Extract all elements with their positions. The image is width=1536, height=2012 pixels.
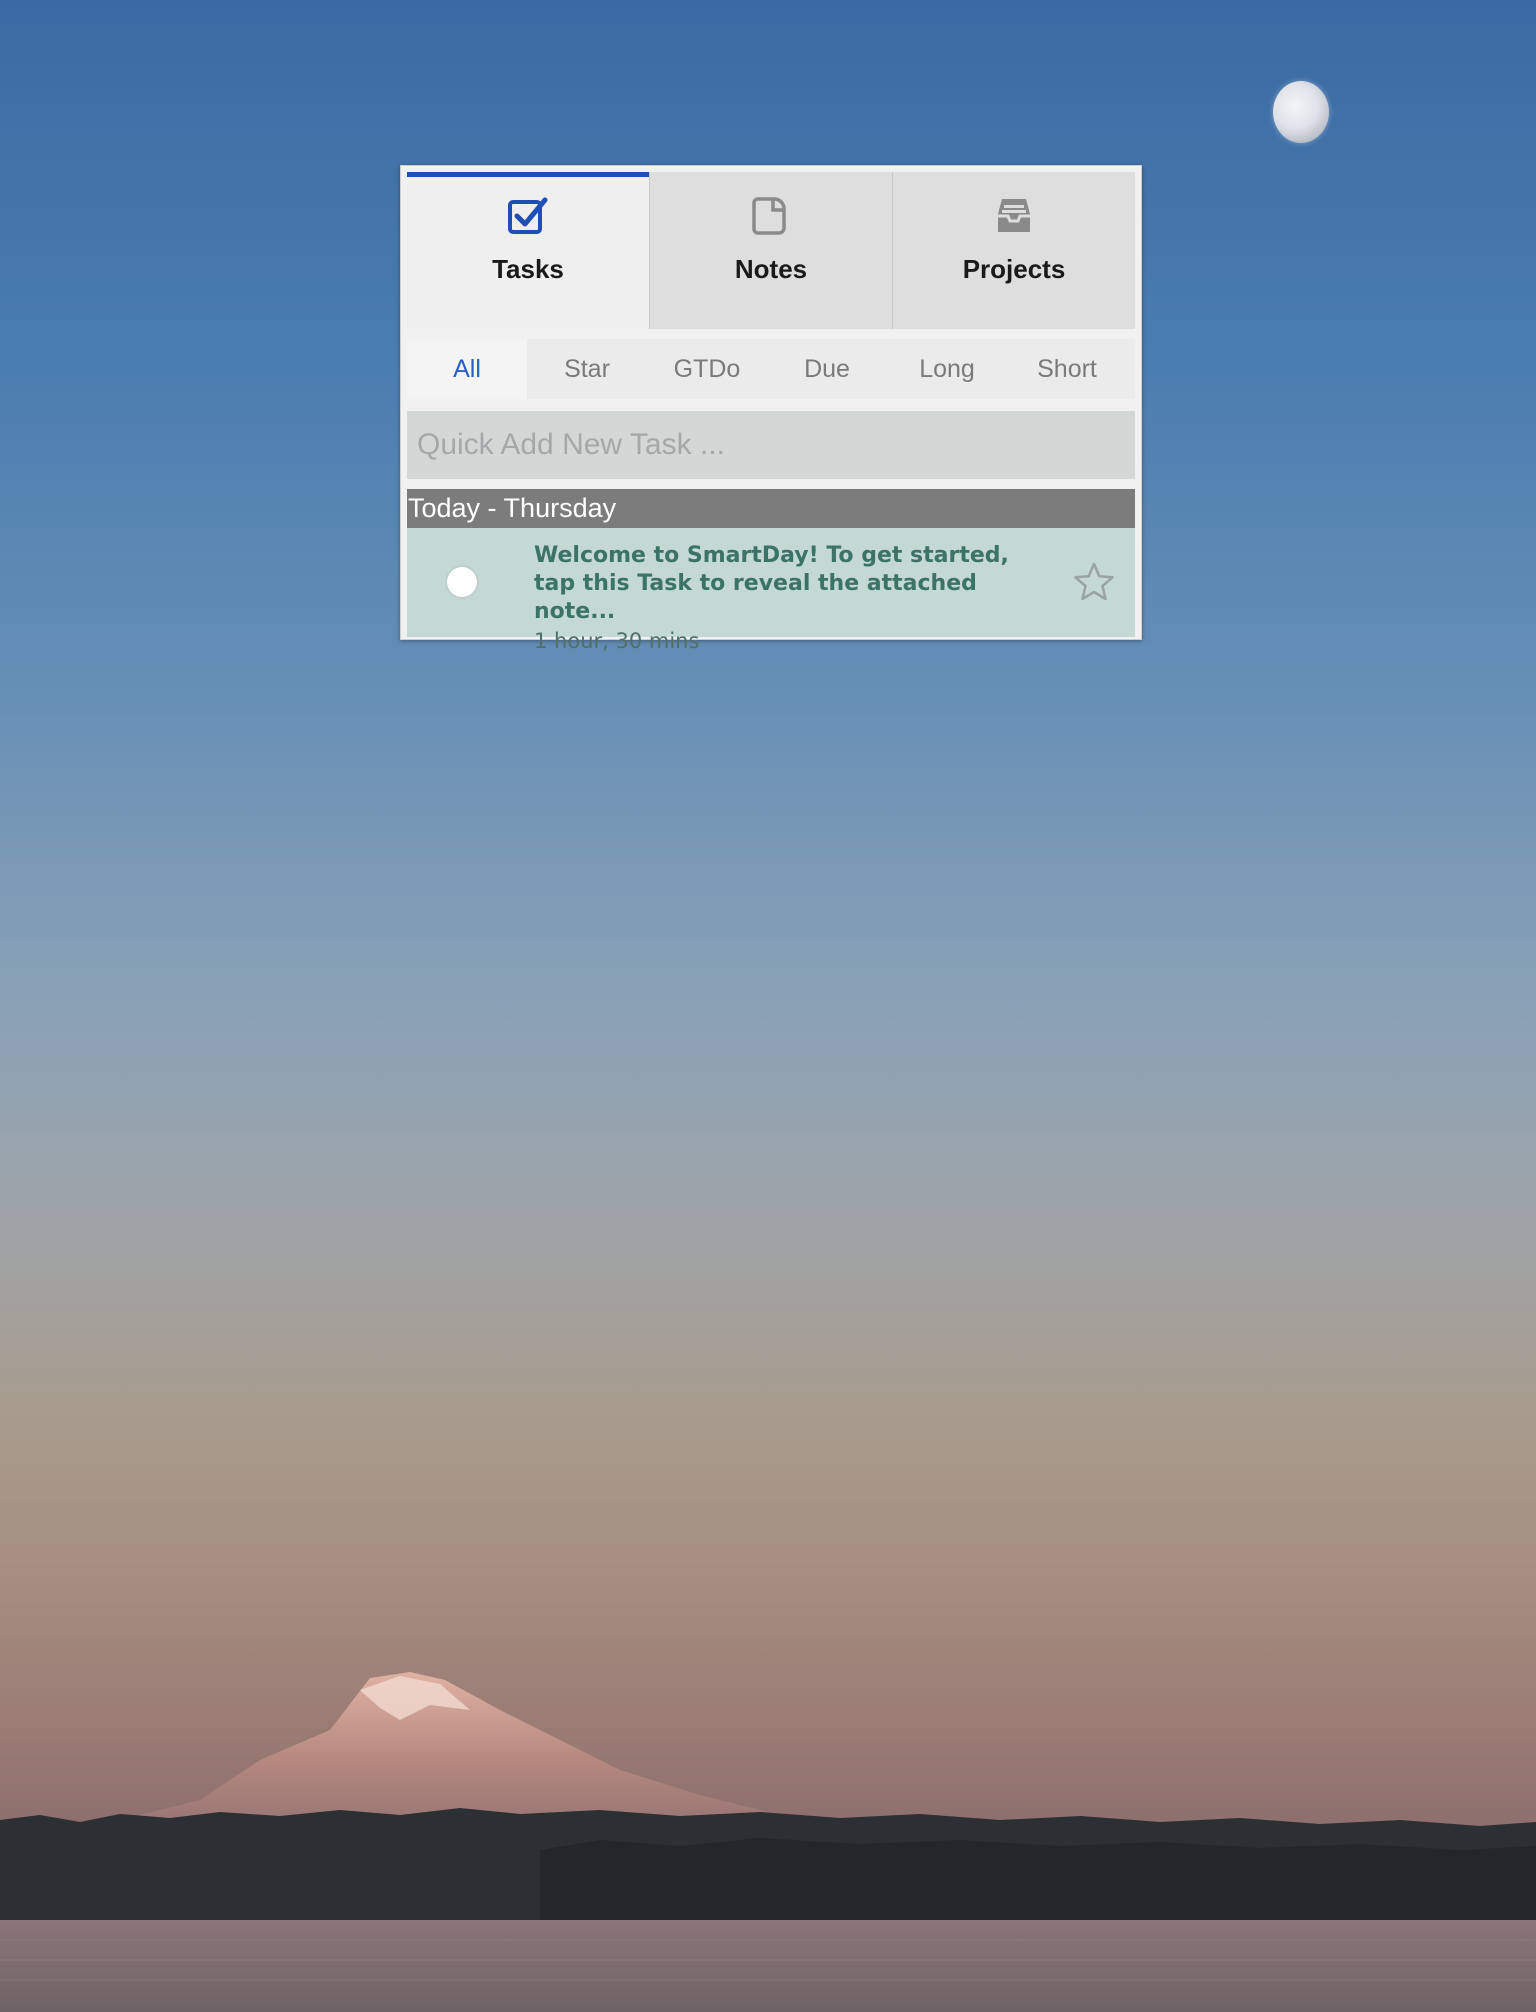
filter-star[interactable]: Star [527, 339, 647, 399]
smartday-widget: Tasks Notes Projects All Star GTDo Due L… [400, 165, 1142, 653]
filter-bar: All Star GTDo Due Long Short [407, 339, 1135, 399]
tab-notes-label: Notes [734, 254, 808, 284]
task-duration: 1 hour, 30 mins [534, 629, 700, 653]
filter-due[interactable]: Due [767, 339, 887, 399]
tab-tasks-label: Tasks [492, 254, 564, 284]
filter-short[interactable]: Short [1007, 339, 1127, 399]
task-row[interactable]: Welcome to SmartDay! To get started, tap… [407, 528, 1135, 653]
note-icon [749, 194, 793, 238]
main-tab-bar: Tasks Notes Projects [407, 172, 1135, 329]
filter-all[interactable]: All [407, 339, 527, 399]
inbox-tray-icon [992, 194, 1036, 238]
filter-long[interactable]: Long [887, 339, 1007, 399]
tab-projects[interactable]: Projects [892, 172, 1135, 329]
quick-add-task-input[interactable] [407, 411, 1135, 479]
tab-tasks[interactable]: Tasks [407, 172, 649, 329]
task-title: Welcome to SmartDay! To get started, tap… [534, 543, 1009, 624]
moon [1273, 81, 1329, 143]
mountain-lake-scenery [0, 1672, 1536, 2012]
task-complete-checkbox[interactable] [447, 567, 477, 597]
checkbox-icon [506, 194, 550, 238]
filter-gtdo[interactable]: GTDo [647, 339, 767, 399]
tab-notes[interactable]: Notes [649, 172, 892, 329]
task-text: Welcome to SmartDay! To get started, tap… [534, 542, 1054, 656]
star-icon[interactable] [1073, 561, 1115, 603]
tab-projects-label: Projects [962, 254, 1066, 284]
section-header-today: Today - Thursday [407, 489, 1135, 528]
